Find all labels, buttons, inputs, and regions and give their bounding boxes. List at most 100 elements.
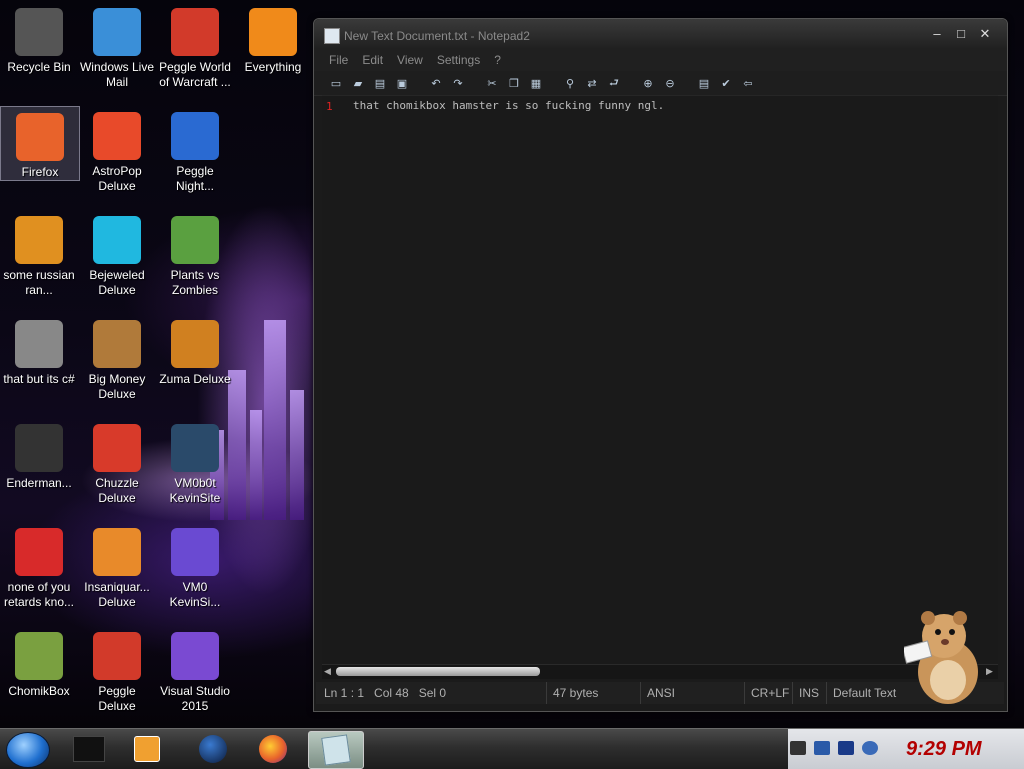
volume-icon[interactable] <box>862 741 878 755</box>
menu-view[interactable]: View <box>397 53 423 67</box>
minimize-button[interactable]: – <box>928 26 946 42</box>
menu-help[interactable]: ? <box>494 53 501 67</box>
zuma-icon <box>171 320 219 368</box>
desktop-icon-label: Everything <box>244 60 302 74</box>
menu-bar: File Edit View Settings ? <box>314 49 1007 71</box>
black-box-icon <box>73 736 105 762</box>
task-globe[interactable] <box>186 731 240 767</box>
status-mode: INS <box>792 682 827 704</box>
flower-icon <box>171 216 219 264</box>
desktop-icon-label: Peggle World of Warcraft ... <box>159 60 231 89</box>
close-button[interactable]: ✕ <box>976 26 994 42</box>
desktop-icon-magnifier[interactable]: Everything <box>234 2 312 75</box>
scheme-icon[interactable]: ▤ <box>696 75 712 91</box>
desktop-icon-label: Recycle Bin <box>7 60 71 74</box>
desktop-icon-peggle-night[interactable]: Peggle Night... <box>156 106 234 194</box>
desktop-icon-money-bag[interactable]: Big Money Deluxe <box>78 314 156 402</box>
notepad-icon <box>321 734 351 766</box>
desktop-icon-label: Peggle Night... <box>175 164 214 193</box>
status-size: 47 bytes <box>546 682 641 704</box>
save-icon[interactable]: ▣ <box>394 75 410 91</box>
menu-file[interactable]: File <box>329 53 348 67</box>
paste-icon[interactable]: ▦ <box>528 75 544 91</box>
peggle-night-icon <box>171 112 219 160</box>
customize-icon[interactable]: ✔ <box>718 75 734 91</box>
desktop-icon-windows-stack[interactable]: that but its c# <box>0 314 78 387</box>
desktop-icon-recycle-bin[interactable]: Recycle Bin <box>0 2 78 75</box>
desktop-icon-label: VM0 KevinSi... <box>169 580 221 609</box>
desktop-icon-firefox-file[interactable]: VM0 KevinSi... <box>156 522 234 610</box>
clock[interactable]: 9:29 PM <box>906 738 982 761</box>
status-encoding[interactable]: ANSI <box>640 682 739 704</box>
status-scheme[interactable]: Default Text <box>826 682 913 704</box>
recycle-bin-icon <box>15 8 63 56</box>
show-hidden-icons-icon[interactable] <box>790 741 806 755</box>
find-icon[interactable]: ⚲ <box>562 75 578 91</box>
zoom-out-icon[interactable]: ⊖ <box>662 75 678 91</box>
list-icon <box>15 424 63 472</box>
desktop-icon-mail[interactable]: Windows Live Mail <box>78 2 156 90</box>
desktop-icon-peggle[interactable]: Peggle World of Warcraft ... <box>156 2 234 90</box>
desktop-icon-flower[interactable]: Plants vs Zombies <box>156 210 234 298</box>
desktop-icon-de[interactable]: some russian ran... <box>0 210 78 298</box>
open-icon[interactable]: ▰ <box>350 75 366 91</box>
desktop-icon-dragon[interactable]: none of you retards kno... <box>0 522 78 610</box>
desktop-icon-label: Plants vs Zombies <box>170 268 220 297</box>
peggle-deluxe-icon <box>93 632 141 680</box>
de-icon <box>15 216 63 264</box>
toolbar: ▭ ▰ ▤ ▣ ↶ ↷ ✂ ❐ ▦ ⚲ ⇄ ⮐ ⊕ ⊖ ▤ ✔ ⇦ <box>314 71 1007 96</box>
title-bar[interactable]: New Text Document.txt - Notepad2 – □ ✕ <box>314 19 1007 49</box>
replace-icon[interactable]: ⇄ <box>584 75 600 91</box>
desktop-icon-fish[interactable]: Insaniquar... Deluxe <box>78 522 156 610</box>
desktop-icon-gem[interactable]: Bejeweled Deluxe <box>78 210 156 298</box>
desktop-icon-list[interactable]: Enderman... <box>0 418 78 491</box>
status-position: Ln 1 : 1 Col 48 Sel 0 <box>324 686 447 700</box>
scrollbar-thumb[interactable] <box>336 667 540 676</box>
monitor-icon[interactable] <box>838 741 854 755</box>
window-title: New Text Document.txt - Notepad2 <box>344 29 530 43</box>
horizontal-scrollbar[interactable]: ◀ ▶ <box>322 664 998 679</box>
cut-icon[interactable]: ✂ <box>484 75 500 91</box>
desktop-icon-label: none of you retards kno... <box>3 580 75 609</box>
undo-icon[interactable]: ↶ <box>428 75 444 91</box>
system-tray: 9:29 PM <box>788 729 1024 769</box>
desktop-icon-label: Firefox <box>21 165 59 179</box>
visual-studio-icon <box>171 632 219 680</box>
maximize-button[interactable]: □ <box>952 26 970 42</box>
desktop-icon-visual-studio[interactable]: Visual Studio 2015 <box>156 626 234 714</box>
new-icon[interactable]: ▭ <box>328 75 344 91</box>
editor-text[interactable]: that chomikbox hamster is so fucking fun… <box>353 99 664 112</box>
hamster-box-icon <box>15 632 63 680</box>
desktop-icon-label: ChomikBox <box>8 684 70 698</box>
text-editor[interactable]: 1 that chomikbox hamster is so fucking f… <box>322 95 998 664</box>
copy-icon[interactable]: ❐ <box>506 75 522 91</box>
desktop-icon-astropop[interactable]: AstroPop Deluxe <box>78 106 156 194</box>
media-player-icon <box>134 736 160 762</box>
start-button[interactable] <box>6 732 50 768</box>
exit-icon[interactable]: ⇦ <box>740 75 756 91</box>
desktop-icon-chuzzle[interactable]: Chuzzle Deluxe <box>78 418 156 506</box>
desktop-icon-screenshot[interactable]: VM0b0t KevinSite <box>156 418 234 506</box>
task-firefox[interactable] <box>246 731 300 767</box>
task-media-player[interactable] <box>120 731 174 767</box>
status-eol[interactable]: CR+LF <box>744 682 789 704</box>
status-bar: Ln 1 : 1 Col 48 Sel 0 47 bytes ANSI CR+L… <box>316 682 1004 704</box>
redo-icon[interactable]: ↷ <box>450 75 466 91</box>
firefox-icon <box>259 735 287 763</box>
network-icon[interactable] <box>814 741 830 755</box>
menu-settings[interactable]: Settings <box>437 53 480 67</box>
desktop-icon-zuma[interactable]: Zuma Deluxe <box>156 314 234 387</box>
desktop-icon-peggle-deluxe[interactable]: Peggle Deluxe <box>78 626 156 714</box>
task-notepad[interactable] <box>308 731 364 769</box>
desktop-icon-label: that but its c# <box>3 372 75 386</box>
zoom-in-icon[interactable]: ⊕ <box>640 75 656 91</box>
scroll-left-icon[interactable]: ◀ <box>324 666 331 677</box>
globe-icon <box>199 735 227 763</box>
browse-icon[interactable]: ▤ <box>372 75 388 91</box>
word-wrap-icon[interactable]: ⮐ <box>606 75 622 91</box>
taskbar: 9:29 PM <box>0 728 1024 769</box>
desktop-icon-firefox[interactable]: Firefox <box>0 106 80 181</box>
menu-edit[interactable]: Edit <box>362 53 383 67</box>
task-black-box[interactable] <box>62 731 116 767</box>
desktop-icon-hamster-box[interactable]: ChomikBox <box>0 626 78 699</box>
